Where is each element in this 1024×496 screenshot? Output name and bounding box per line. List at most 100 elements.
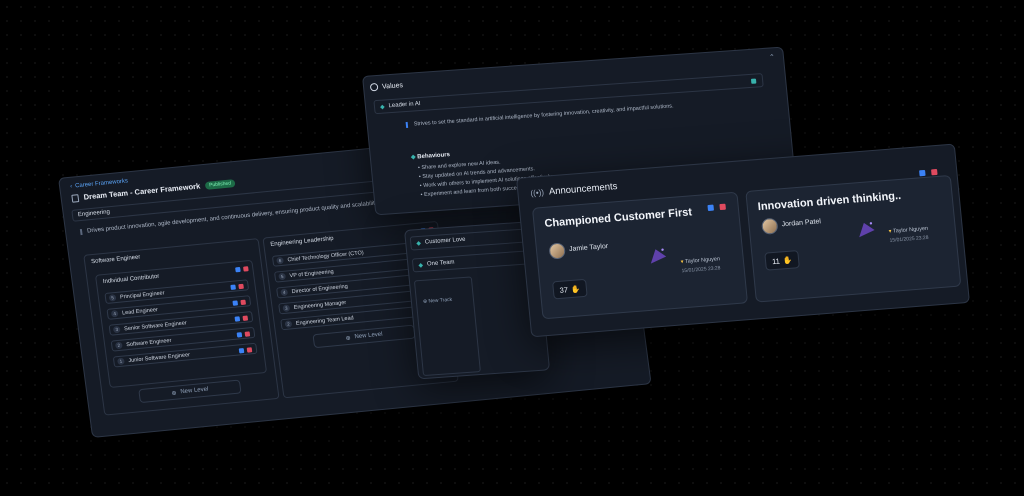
announcement-title: Championed Customer First <box>543 206 693 230</box>
clipboard-icon <box>71 193 80 203</box>
value-item-leader-in-ai[interactable]: ◆ Leader in AI <box>373 73 764 115</box>
edit-icon[interactable] <box>232 300 239 306</box>
level-number: 4 <box>280 288 289 297</box>
value-label: Leader in AI <box>388 100 421 110</box>
timestamp: 15/01/2025 23:28 <box>889 234 929 244</box>
recipient-name: Jordan Patel <box>781 218 822 229</box>
reaction-count: 11 <box>771 256 781 266</box>
medal-icon: ▾ <box>680 259 684 266</box>
new-level-label: New Level <box>354 331 383 341</box>
level-label: Director of Engineering <box>291 283 349 295</box>
track-title: Engineering Leadership <box>270 235 334 248</box>
track-group-label: Engineering <box>77 209 111 219</box>
trash-icon[interactable] <box>238 283 244 290</box>
status-badge: Published <box>204 178 236 190</box>
author-name: Taylor Nguyen <box>892 225 929 235</box>
diamond-icon: ◆ <box>418 262 424 269</box>
trash-icon[interactable] <box>719 203 726 211</box>
reaction-count: 37 <box>559 284 569 295</box>
edit-icon[interactable] <box>919 169 926 177</box>
plus-circle-icon: ⊕ <box>171 390 177 397</box>
level-label: Lead Engineer <box>121 306 159 316</box>
announcements-title: Announcements <box>548 181 618 198</box>
reaction-count-button[interactable]: 11 ✋ <box>764 250 800 271</box>
clap-icon: ✋ <box>570 283 581 294</box>
level-number: 5 <box>278 272 287 281</box>
values-header: Values <box>369 81 404 92</box>
medal-icon: ▾ <box>888 228 892 235</box>
trash-icon[interactable] <box>243 266 249 272</box>
edit-icon[interactable] <box>236 332 243 338</box>
chevron-left-icon: ‹ <box>69 183 73 190</box>
subtrack-title: Individual Contributor <box>102 273 160 286</box>
timestamp: 15/01/2025 23:28 <box>681 265 721 275</box>
level-number: 5 <box>108 294 117 302</box>
diamond-icon: ◆ <box>379 104 385 111</box>
avatar <box>548 242 566 260</box>
level-number: 2 <box>284 320 293 328</box>
level-label: Principal Engineer <box>119 289 165 301</box>
edit-icon[interactable] <box>234 316 241 322</box>
level-number: 4 <box>110 309 119 318</box>
value-item-one-team[interactable]: ◆ One Team <box>411 250 533 273</box>
plus-circle-icon: ⊕ <box>345 335 352 342</box>
new-track-column[interactable]: ⊕ New Track <box>413 276 481 377</box>
behaviours-title: ◆ Behaviours <box>410 151 451 161</box>
compass-icon <box>369 82 379 92</box>
plus-circle-icon: ⊕ <box>422 298 428 305</box>
level-label: Engineering Manager <box>293 299 347 311</box>
edit-icon[interactable] <box>235 266 241 273</box>
broadcast-icon: ((•)) <box>530 187 545 198</box>
trash-icon[interactable] <box>240 299 247 306</box>
chevron-up-icon[interactable]: ⌃ <box>769 53 776 61</box>
level-label: Junior Software Engineer <box>128 351 191 364</box>
level-number: 3 <box>112 325 121 334</box>
new-track-button[interactable]: ⊕ New Track <box>423 297 453 305</box>
level-label: Software Engineer <box>125 337 172 348</box>
recipient-name: Jamie Taylor <box>568 242 609 254</box>
value-label: One Team <box>426 259 455 268</box>
edit-icon[interactable] <box>707 204 715 212</box>
announcement-card[interactable]: Innovation driven thinking.. Jordan Pate… <box>745 168 962 303</box>
edit-icon[interactable] <box>238 347 245 354</box>
behaviours-label: Behaviours <box>417 152 451 161</box>
trash-icon[interactable] <box>242 315 249 321</box>
level-number: 3 <box>282 304 291 313</box>
diamond-icon: ◆ <box>410 154 416 161</box>
edit-icon[interactable] <box>230 284 236 290</box>
party-popper-icon <box>859 222 875 238</box>
level-number: 2 <box>114 341 123 350</box>
level-number: 1 <box>117 357 125 366</box>
diamond-icon: ◆ <box>416 240 422 247</box>
trash-icon[interactable] <box>244 331 251 337</box>
trash-icon[interactable] <box>931 168 938 176</box>
reaction-count-button[interactable]: 37 ✋ <box>552 278 588 300</box>
announcement-title: Innovation driven thinking.. <box>757 189 902 214</box>
level-label: Engineering Team Lead <box>295 314 355 327</box>
party-popper-icon <box>650 248 667 264</box>
track-title: Software Engineer <box>90 254 141 266</box>
subtrack-individual-contributor: Individual Contributor 5 Principal Engin… <box>94 259 268 388</box>
new-level-button[interactable]: ⊕ New Level <box>312 324 416 349</box>
trash-icon[interactable] <box>246 347 253 353</box>
breadcrumb-career-frameworks[interactable]: Career Frameworks <box>75 178 129 189</box>
clap-icon: ✋ <box>782 255 793 265</box>
announcements-panel: ((•)) Announcements Championed Customer … <box>516 143 970 338</box>
value-label: Customer Love <box>424 236 466 246</box>
track-software-engineer: Software Engineer Individual Contributor… <box>83 238 280 416</box>
author-name: Taylor Nguyen <box>684 256 721 265</box>
author: ▾ Taylor Nguyen <box>889 226 929 235</box>
edit-icon[interactable] <box>750 78 757 84</box>
level-label: VP of Engineering <box>289 268 335 279</box>
new-track-label: New Track <box>428 296 453 305</box>
values-title: Values <box>381 81 404 91</box>
announcements-header: ((•)) Announcements <box>530 181 618 199</box>
announcement-card[interactable]: Championed Customer First Jamie Taylor 3… <box>531 191 749 320</box>
value-item-customer-love[interactable]: ◆ Customer Love <box>409 228 531 251</box>
author: ▾ Taylor Nguyen <box>681 256 721 265</box>
level-label: Chief Technology Officer (CTO) <box>287 249 364 263</box>
new-level-label: New Level <box>180 386 209 396</box>
avatar <box>761 217 779 235</box>
level-number: 6 <box>276 256 284 265</box>
level-label: Senior Software Engineer <box>123 319 188 332</box>
